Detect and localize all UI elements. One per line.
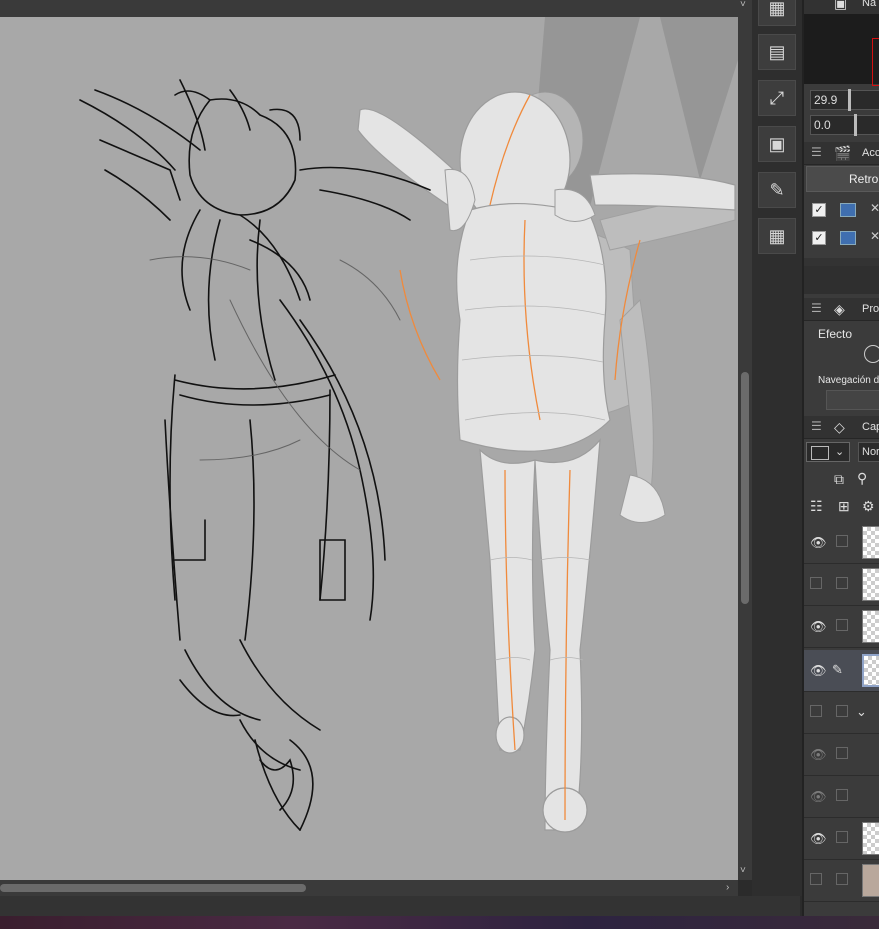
action-checkbox[interactable]: ✓ [812,231,826,245]
lock-box[interactable] [836,535,848,547]
right-panel: ▣ Na 29.9 0.0 ☰ 🎬 Acc Retro ✓ ✕ ✓ ✕ ☰ ◈ … [802,0,879,916]
action-checkbox[interactable]: ✓ [812,203,826,217]
eye-icon[interactable]: 👁 [810,663,827,679]
rotate-field[interactable]: 0.0 [810,115,879,135]
lock-box[interactable] [836,831,848,843]
paper-thumbnail [862,864,879,897]
lock-box[interactable] [836,747,848,759]
layers-header[interactable]: ☰ ◇ Cap [804,416,879,439]
layer-thumbnail [862,654,879,687]
layer-row[interactable]: 👁 [804,606,879,648]
chevron-down-icon[interactable]: ⌄ [856,704,867,720]
navigator-header[interactable]: ▣ Na [804,0,879,15]
vertical-scroll-thumb[interactable] [741,372,749,604]
actions-list-edge [804,258,879,266]
navigator-icon: ▣ [834,0,848,11]
navigator-title: Na [862,0,877,9]
zoom-slider-handle[interactable] [848,89,851,111]
properties-header[interactable]: ☰ ◈ Pro [804,298,879,321]
grip-icon[interactable]: ☰ [811,419,822,433]
lock-box[interactable] [836,873,848,885]
visibility-box[interactable] [810,873,822,885]
scroll-down-arrow-icon[interactable]: ˅ [740,866,746,876]
blend-mode-dropdown[interactable]: Nor [858,442,879,462]
layer-row[interactable]: 👁 [804,818,879,860]
eye-icon[interactable]: 👁 [810,747,827,763]
lock-box[interactable] [836,577,848,589]
visibility-box[interactable] [810,705,822,717]
layers-title: Cap [862,421,879,433]
grid-icon[interactable]: ▦ [758,0,796,26]
action-icon [840,203,856,217]
tool-column: ▦ ▤ ⤢ ▣ ✎ ▦ [752,0,802,896]
properties-icon: ◈ [834,301,845,317]
grip-icon[interactable]: ☰ [811,301,822,315]
back-button[interactable]: Retro [806,166,879,192]
lock-box[interactable] [836,705,848,717]
clip-icon[interactable]: ⧉ [834,471,844,488]
navigator-view-frame [872,38,879,86]
layer-thumbnail [862,526,879,559]
layer-folder-row[interactable]: ⌄ [804,692,879,734]
new-layer-icon[interactable]: ⊞ [838,498,850,515]
layer-row[interactable]: 👁 [804,522,879,564]
layers-icon: ◇ [834,419,845,435]
reference-icon[interactable]: ⚲ [857,470,867,487]
image-icon[interactable]: ▣ [758,126,796,162]
auto-actions-header[interactable]: ☰ 🎬 Acc [804,142,879,165]
scroll-up-arrow-icon[interactable]: ˅ [740,0,746,10]
navigation-field[interactable] [826,390,879,410]
drawing-canvas[interactable] [0,0,738,880]
eye-icon[interactable]: 👁 [810,535,827,551]
scroll-right-arrow-icon[interactable]: › [726,883,729,893]
vertical-scrollbar[interactable]: ˅ ˅ [738,0,752,880]
eye-icon[interactable]: 👁 [810,831,827,847]
horizontal-scrollbar[interactable]: › [0,880,738,896]
action-icon [840,231,856,245]
zoom-field[interactable]: 29.9 [810,90,879,110]
effect-label: Efecto [818,327,853,341]
layer-thumbnail [862,822,879,855]
edit-icon[interactable]: ✎ [758,172,796,208]
canvas-artwork [79,17,738,833]
transform-icon[interactable]: ⤢ [758,80,796,116]
visibility-box[interactable] [810,577,822,589]
navigation-label: Navegación d [818,375,879,386]
clapper-icon: 🎬 [834,145,852,161]
color-swatch [811,446,829,460]
layer-row[interactable] [804,860,879,902]
chevron-down-icon: ⌄ [835,446,845,458]
layer-thumbnail [862,610,879,643]
navigator-preview[interactable] [804,14,879,86]
auto-actions-title: Acc [862,147,879,159]
grip-icon[interactable]: ☰ [811,145,822,159]
lock-box[interactable] [836,619,848,631]
rotate-slider-handle[interactable] [854,114,857,136]
pencil-icon: ✎ [832,662,843,677]
layer-row[interactable]: 👁 [804,734,879,776]
effect-circle-button[interactable] [864,345,879,363]
expand-icon[interactable]: ✕ [870,201,879,215]
eye-icon[interactable]: 👁 [810,619,827,635]
eye-icon[interactable]: 👁 [810,789,827,805]
canvas-top-strip [0,0,738,17]
layer-row[interactable] [804,564,879,606]
horizontal-scroll-thumb[interactable] [0,884,306,892]
grid-icon[interactable]: ▦ [758,218,796,254]
layer-row[interactable]: 👁 [804,776,879,818]
status-bar [0,896,800,916]
layer-stack-icon[interactable]: ▤ [758,34,796,70]
expand-icon[interactable]: ✕ [870,229,879,243]
layer-list-icon[interactable]: ☷ [810,498,823,515]
layer-settings-icon[interactable]: ⚙ [862,498,875,515]
panel-divider [804,266,879,294]
properties-title: Pro [862,303,879,315]
layer-color-dropdown[interactable]: ⌄ [806,442,850,462]
layer-row-selected[interactable]: 👁 ✎ [804,650,879,692]
os-taskbar [0,916,879,929]
layer-thumbnail [862,568,879,601]
lock-box[interactable] [836,789,848,801]
